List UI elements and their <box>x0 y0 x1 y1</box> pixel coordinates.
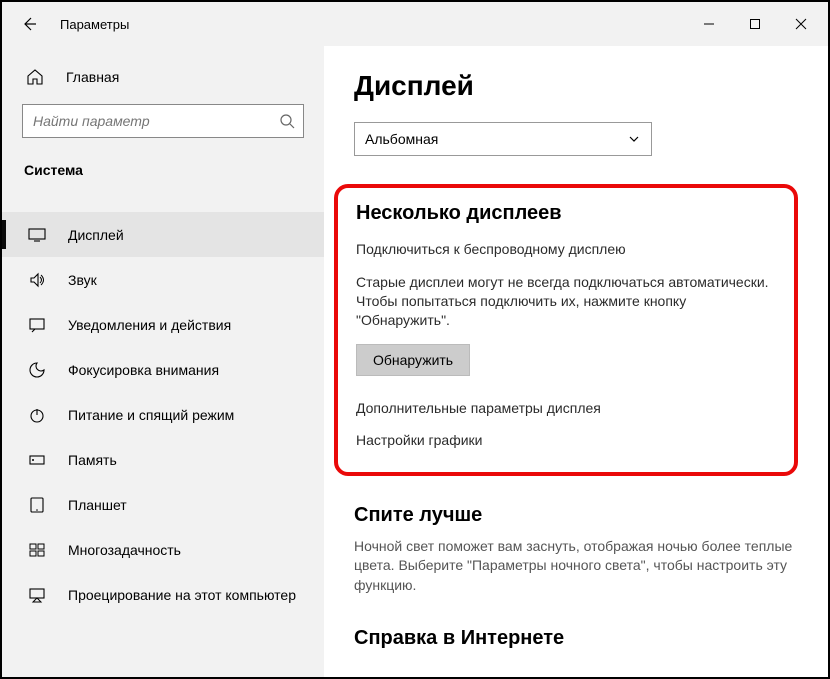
sound-icon <box>26 271 48 289</box>
titlebar: Параметры <box>2 2 828 46</box>
sidebar-item-display[interactable]: Дисплей <box>2 212 324 257</box>
home-icon <box>26 68 48 86</box>
sidebar-item-notifications[interactable]: Уведомления и действия <box>2 302 324 347</box>
sidebar-item-projecting[interactable]: Проецирование на этот компьютер <box>2 572 324 617</box>
sidebar-item-label: Многозадачность <box>68 542 181 558</box>
content-area: Дисплей Альбомная Несколько дисплеев Под… <box>324 46 828 677</box>
dropdown-value: Альбомная <box>365 131 438 147</box>
multiple-displays-section: Несколько дисплеев Подключиться к беспро… <box>334 184 798 476</box>
sidebar-item-focus[interactable]: Фокусировка внимания <box>2 347 324 392</box>
detect-description: Старые дисплеи могут не всегда подключат… <box>356 273 776 330</box>
search-input[interactable] <box>33 113 279 129</box>
sidebar: Главная Система Дисплей Звук <box>2 46 324 677</box>
sidebar-item-label: Уведомления и действия <box>68 317 231 333</box>
back-arrow-icon <box>20 15 38 33</box>
close-button[interactable] <box>778 8 824 40</box>
window-title: Параметры <box>60 17 129 32</box>
connect-wireless-link[interactable]: Подключиться к беспроводному дисплею <box>356 241 776 257</box>
chevron-down-icon <box>627 132 641 146</box>
sidebar-item-power[interactable]: Питание и спящий режим <box>2 392 324 437</box>
sidebar-category: Система <box>2 144 324 188</box>
sidebar-item-label: Звук <box>68 272 97 288</box>
search-box[interactable] <box>22 104 304 138</box>
section-heading: Несколько дисплеев <box>356 202 776 225</box>
sidebar-item-storage[interactable]: Память <box>2 437 324 482</box>
sidebar-item-label: Фокусировка внимания <box>68 362 219 378</box>
sidebar-item-label: Дисплей <box>68 227 124 243</box>
sidebar-item-multitask[interactable]: Многозадачность <box>2 527 324 572</box>
page-title: Дисплей <box>354 70 798 102</box>
help-heading: Справка в Интернете <box>354 627 798 650</box>
minimize-button[interactable] <box>686 8 732 40</box>
multitask-icon <box>26 541 48 559</box>
notifications-icon <box>26 316 48 334</box>
storage-icon <box>26 451 48 469</box>
projecting-icon <box>26 586 48 604</box>
sidebar-home[interactable]: Главная <box>2 60 324 94</box>
search-icon <box>279 113 295 129</box>
graphics-settings-link[interactable]: Настройки графики <box>356 432 776 448</box>
power-icon <box>26 406 48 424</box>
sleep-better-heading: Спите лучше <box>354 504 798 527</box>
tablet-icon <box>26 496 48 514</box>
maximize-button[interactable] <box>732 8 778 40</box>
advanced-display-link[interactable]: Дополнительные параметры дисплея <box>356 400 776 416</box>
sidebar-item-label: Память <box>68 452 117 468</box>
sleep-better-description: Ночной свет поможет вам заснуть, отображ… <box>354 537 798 596</box>
orientation-dropdown[interactable]: Альбомная <box>354 122 652 156</box>
detect-button[interactable]: Обнаружить <box>356 344 470 376</box>
sidebar-item-sound[interactable]: Звук <box>2 257 324 302</box>
sidebar-item-tablet[interactable]: Планшет <box>2 482 324 527</box>
sidebar-item-label: Питание и спящий режим <box>68 407 234 423</box>
sidebar-home-label: Главная <box>66 69 119 85</box>
sidebar-item-label: Планшет <box>68 497 127 513</box>
back-button[interactable] <box>14 9 44 39</box>
focus-icon <box>26 361 48 379</box>
sidebar-item-label: Проецирование на этот компьютер <box>68 587 296 603</box>
display-icon <box>26 226 48 244</box>
